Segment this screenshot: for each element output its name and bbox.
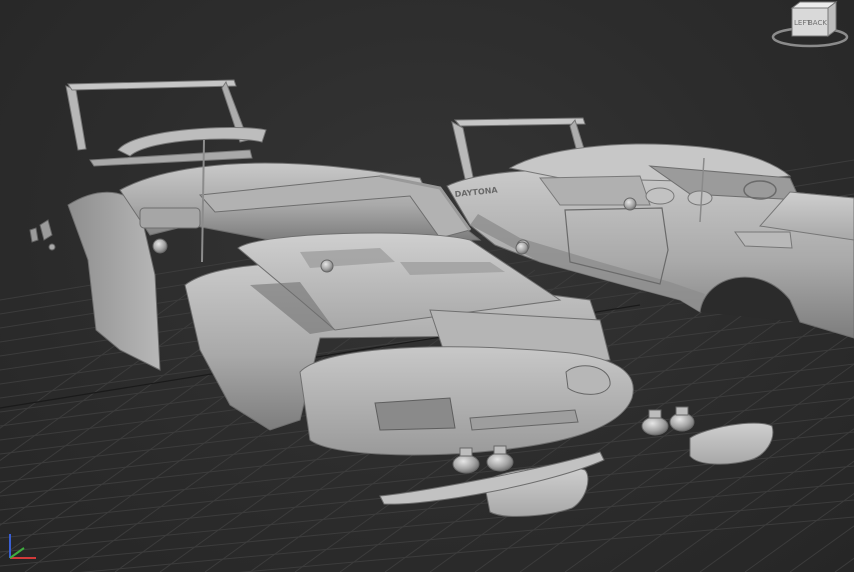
- headlight-bucket-right[interactable]: [641, 406, 695, 436]
- viewcube-icon[interactable]: LEFT BACK: [770, 0, 850, 52]
- scene-canvas[interactable]: DAYTONA: [0, 0, 854, 572]
- rear-window-frame[interactable]: [89, 127, 267, 167]
- viewcube-face-side: BACK: [808, 19, 827, 27]
- nose-cone[interactable]: [299, 346, 634, 456]
- y-axis: [9, 547, 25, 559]
- headlight-cover-right[interactable]: [689, 422, 774, 465]
- grid-line: [80, 499, 854, 572]
- axis-tripod-icon: [9, 534, 36, 559]
- grid-line: [238, 516, 854, 572]
- 3d-viewport[interactable]: DAYTONA LEFT BACK: [0, 0, 854, 572]
